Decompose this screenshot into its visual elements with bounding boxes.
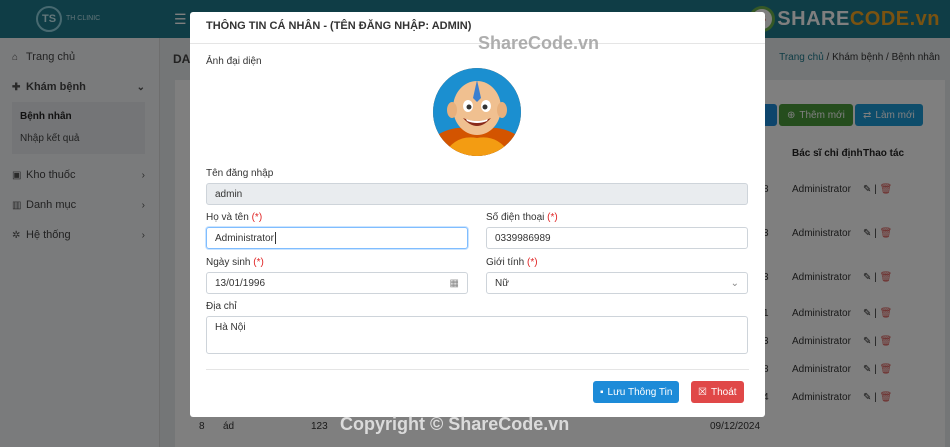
- watermark-bottom: Copyright © ShareCode.vn: [340, 414, 570, 434]
- exit-button[interactable]: ☒ Thoát: [691, 381, 744, 403]
- username-field: admin: [206, 183, 748, 205]
- profile-modal: THÔNG TIN CÁ NHÂN - (TÊN ĐĂNG NHẬP: ADMI…: [190, 12, 765, 417]
- calendar-icon[interactable]: ▦: [450, 278, 459, 289]
- floppy-disk-icon: ▪: [600, 386, 604, 398]
- fullname-label: Họ và tên (*): [206, 212, 263, 223]
- username-label: Tên đăng nhập: [206, 168, 274, 179]
- phone-label: Số điện thoại (*): [486, 212, 558, 223]
- fullname-input[interactable]: Administrator: [206, 227, 468, 249]
- save-info-button[interactable]: ▪ Lưu Thông Tin: [593, 381, 680, 403]
- modal-footer: ▪ Lưu Thông Tin ☒ Thoát: [206, 369, 749, 417]
- dob-label: Ngày sinh (*): [206, 257, 264, 268]
- address-label: Địa chỉ: [206, 301, 237, 312]
- chevron-down-icon: ⌄: [730, 277, 739, 289]
- gender-select[interactable]: Nữ ⌄: [486, 272, 748, 294]
- modal-body: Ảnh đại diện Tên đăng nhập admin Họ và t…: [190, 44, 765, 366]
- dob-input[interactable]: 13/01/1996 ▦: [206, 272, 468, 294]
- avatar-image-icon: [433, 68, 521, 156]
- close-box-icon: ☒: [698, 386, 707, 398]
- phone-input[interactable]: 0339986989: [486, 227, 748, 249]
- avatar[interactable]: [433, 68, 521, 156]
- watermark-top: ShareCode.vn: [478, 33, 600, 53]
- avatar-label: Ảnh đại diện: [206, 56, 262, 67]
- address-textarea[interactable]: Hà Nội: [206, 316, 748, 354]
- gender-label: Giới tính (*): [486, 257, 538, 268]
